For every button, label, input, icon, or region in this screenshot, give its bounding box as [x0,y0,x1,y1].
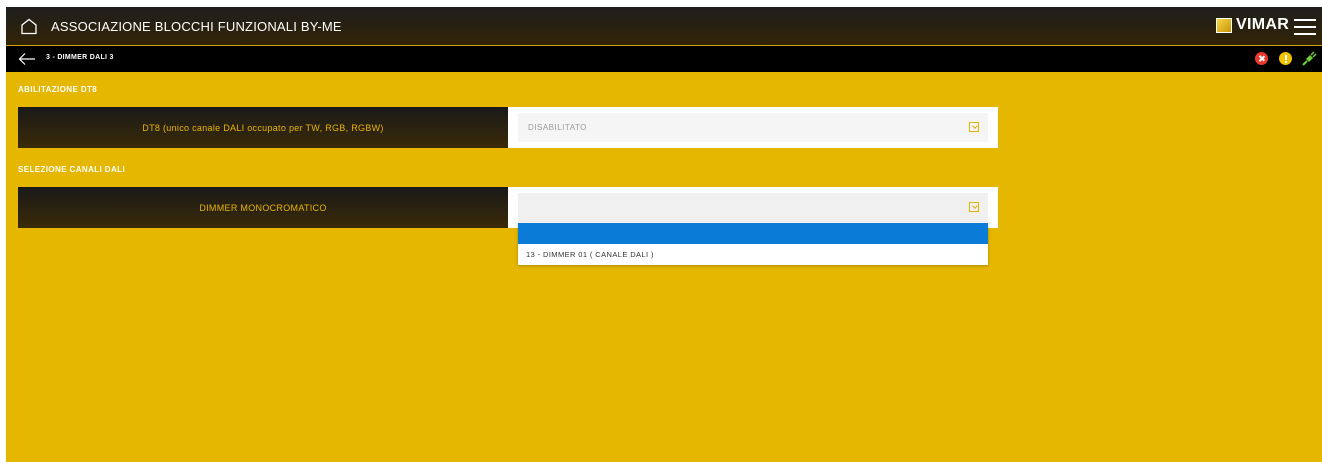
hamburger-menu-icon[interactable] [1294,19,1316,35]
channel-select-container [508,187,998,228]
dropdown-option-empty[interactable] [518,223,988,244]
warning-icon[interactable] [1279,52,1292,65]
app-title: ASSOCIAZIONE BLOCCHI FUNZIONALI BY-ME [51,19,342,34]
dropdown-option-dimmer-01[interactable]: 13 - DIMMER 01 ( CANALE DALI ) [518,244,988,265]
dt8-select-container: DISABILITATO [508,107,998,148]
channel-row-label: DIMMER MONOCROMATICO [18,187,508,228]
back-arrow-icon[interactable] [18,52,36,66]
dt8-select-value: DISABILITATO [528,123,587,132]
dt8-select[interactable]: DISABILITATO [518,113,988,142]
chevron-down-icon [969,202,979,212]
error-icon[interactable] [1255,52,1268,65]
dropdown-option-label: 13 - DIMMER 01 ( CANALE DALI ) [526,250,654,259]
sub-header: 3 - DIMMER DALI 3 [6,46,1322,72]
section-label-dt8: ABILITAZIONE DT8 [18,85,98,94]
home-icon[interactable] [20,18,38,35]
app-window: ASSOCIAZIONE BLOCCHI FUNZIONALI BY-ME VI… [6,7,1322,462]
channel-select[interactable] [518,193,988,222]
app-header: ASSOCIAZIONE BLOCCHI FUNZIONALI BY-ME VI… [6,7,1322,46]
logo-text: VIMAR [1236,16,1290,33]
dt8-row-label: DT8 (unico canale DALI occupato per TW, … [18,107,508,148]
chevron-down-icon [969,122,979,132]
logo-mark-icon [1216,18,1232,33]
section-label-channels: SELEZIONE CANALI DALI [18,165,126,174]
channel-dropdown-list: 13 - DIMMER 01 ( CANALE DALI ) [518,223,988,265]
connection-plug-icon[interactable] [1301,51,1317,67]
page-title: 3 - DIMMER DALI 3 [46,54,114,61]
